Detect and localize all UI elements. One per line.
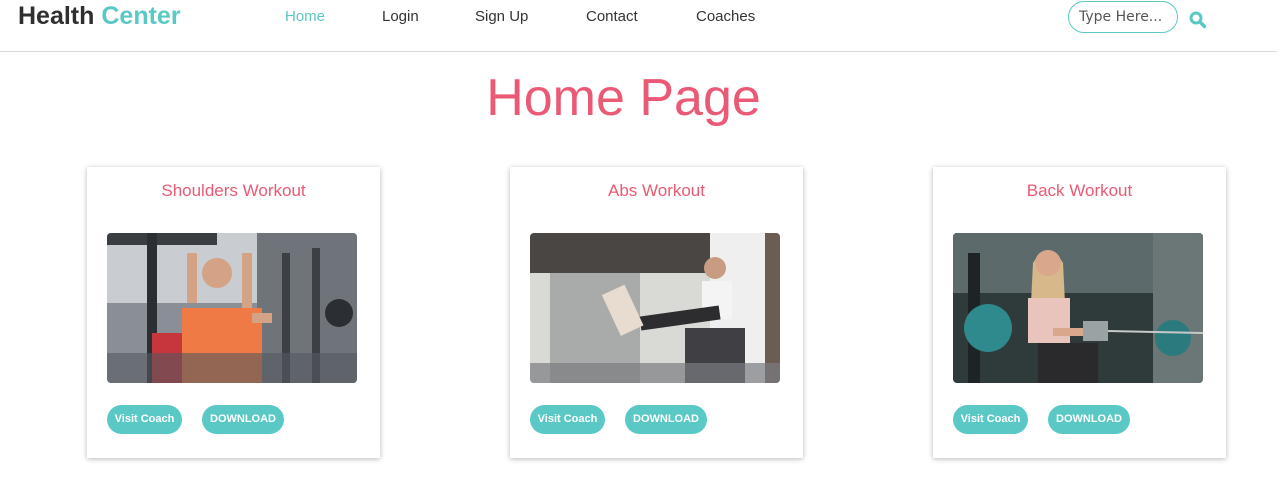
- workout-card-back: Back Workout Visit Coach DOWNLOAD: [933, 167, 1226, 458]
- abs-workout-image: [530, 233, 780, 383]
- visit-coach-button[interactable]: Visit Coach: [953, 405, 1028, 434]
- visit-coach-button[interactable]: Visit Coach: [530, 405, 605, 434]
- brand-logo[interactable]: Health Center: [18, 2, 181, 31]
- nav-contact[interactable]: Contact: [586, 8, 638, 25]
- page-title: Home Page: [486, 69, 761, 127]
- back-workout-image: [953, 233, 1203, 383]
- download-button[interactable]: DOWNLOAD: [625, 405, 707, 434]
- header: Health Center Home Login Sign Up Contact…: [0, 0, 1277, 52]
- nav-sign-up[interactable]: Sign Up: [475, 8, 528, 25]
- brand-name-part2: Center: [101, 2, 181, 30]
- nav-home[interactable]: Home: [285, 8, 325, 25]
- workout-card-abs: Abs Workout Visit Coach DOWNLOAD: [510, 167, 803, 458]
- nav-login[interactable]: Login: [382, 8, 419, 25]
- search-input[interactable]: [1068, 1, 1178, 33]
- search-icon[interactable]: [1188, 10, 1208, 30]
- download-button[interactable]: DOWNLOAD: [1048, 405, 1130, 434]
- download-button[interactable]: DOWNLOAD: [202, 405, 284, 434]
- visit-coach-button[interactable]: Visit Coach: [107, 405, 182, 434]
- card-title: Abs Workout: [607, 181, 705, 200]
- nav-coaches[interactable]: Coaches: [696, 8, 755, 25]
- workout-card-shoulders: Shoulders Workout Visit Coach DOWNLOAD: [87, 167, 380, 458]
- card-title: Shoulders Workout: [161, 181, 306, 200]
- shoulders-workout-image: [107, 233, 357, 383]
- card-title: Back Workout: [1026, 181, 1133, 200]
- brand-name-part1: Health: [18, 2, 95, 30]
